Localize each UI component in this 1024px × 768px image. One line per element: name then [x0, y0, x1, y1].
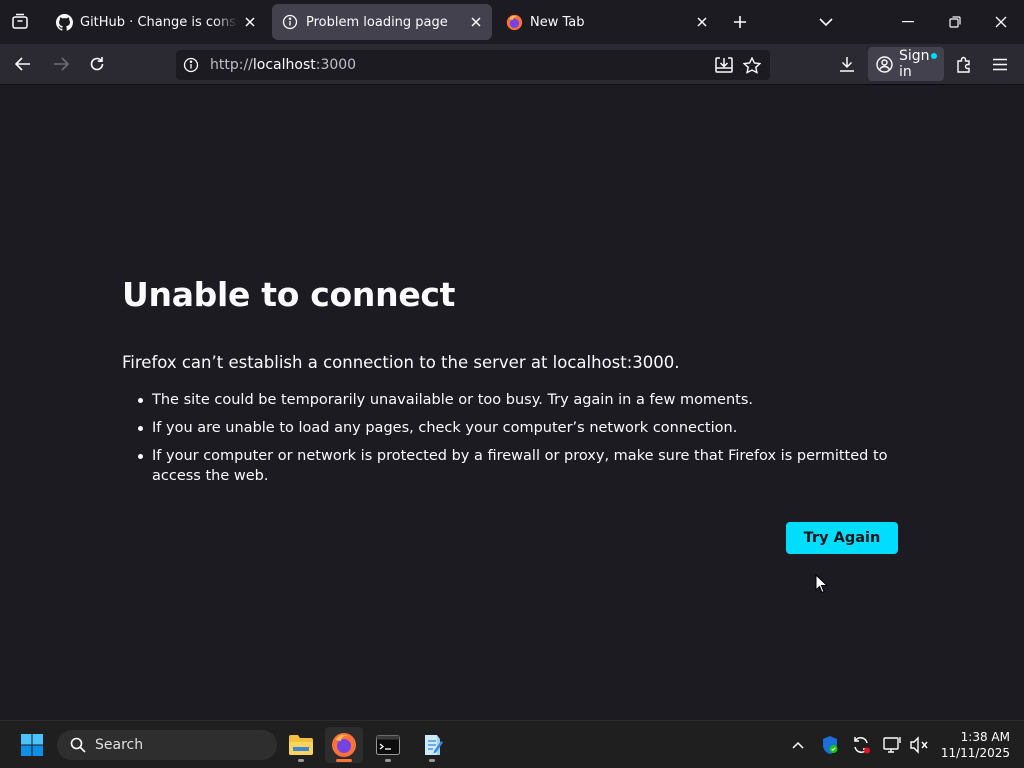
try-again-button[interactable]: Try Again: [786, 522, 898, 554]
show-hidden-icons-chevron-up-icon[interactable]: [786, 733, 810, 757]
clock-date: 11/11/2025: [940, 746, 1010, 760]
app-indicator: [336, 759, 352, 762]
error-title: Unable to connect: [122, 275, 456, 314]
display-monitor-icon[interactable]: [881, 733, 905, 757]
account-avatar-icon: [876, 55, 893, 73]
security-shield-icon[interactable]: [818, 733, 842, 757]
list-item: If you are unable to load any pages, che…: [138, 418, 902, 438]
sign-in-button[interactable]: Sign in: [868, 47, 944, 81]
app-menu-hamburger-icon[interactable]: [987, 52, 1013, 76]
url-scheme: http://: [210, 57, 253, 73]
windows-start-icon[interactable]: [13, 727, 51, 763]
sign-in-label: Sign in: [899, 48, 930, 80]
new-tab-plus-icon[interactable]: [728, 10, 752, 34]
app-indicator: [429, 759, 435, 762]
downloads-icon[interactable]: [834, 52, 860, 76]
taskbar-search-input[interactable]: Search: [57, 730, 277, 760]
app-indicator: [385, 759, 391, 762]
error-reasons-list: The site could be temporarily unavailabl…: [138, 390, 902, 494]
list-item: If your computer or network is protected…: [138, 446, 902, 486]
site-info-icon[interactable]: [182, 56, 200, 74]
close-tab-icon[interactable]: [690, 10, 714, 34]
url-host: localhost: [252, 57, 316, 73]
tab-overview-icon[interactable]: [6, 8, 34, 36]
search-placeholder: Search: [95, 737, 144, 753]
url-port: :3000: [315, 57, 357, 73]
tab-title: Problem loading page: [306, 14, 448, 30]
notepad-app-icon[interactable]: [413, 727, 451, 763]
reload-icon[interactable]: [84, 52, 110, 76]
restore-window-icon[interactable]: [943, 10, 967, 34]
app-indicator: [298, 759, 304, 762]
tab-new-tab[interactable]: New Tab: [498, 4, 718, 40]
extensions-puzzle-icon[interactable]: [951, 52, 977, 76]
firefox-taskbar-icon[interactable]: [325, 727, 363, 763]
error-description: Firefox can’t establish a connection to …: [122, 353, 680, 372]
tab-github[interactable]: GitHub · Change is constant. GitHub keep…: [44, 4, 266, 40]
volume-muted-icon[interactable]: [907, 733, 931, 757]
close-tab-icon[interactable]: [464, 10, 488, 34]
github-icon: [54, 12, 74, 32]
url-bar[interactable]: http://localhost:3000: [176, 50, 770, 80]
save-to-pocket-download-icon[interactable]: [714, 56, 734, 74]
page-content: Unable to connect Firefox can’t establis…: [0, 84, 1024, 720]
terminal-icon[interactable]: [369, 727, 407, 763]
bookmark-star-icon[interactable]: [742, 56, 762, 74]
clock-time: 1:38 AM: [960, 730, 1010, 744]
windows-taskbar: Search 1:38 AM 11/11/2025: [0, 720, 1024, 768]
list-all-tabs-chevron-down-icon[interactable]: [814, 10, 838, 34]
tab-title: New Tab: [530, 14, 585, 30]
search-icon: [69, 736, 87, 754]
file-explorer-icon[interactable]: [282, 727, 320, 763]
tab-title: GitHub · Change is constant. GitHub keep…: [80, 14, 238, 30]
tab-problem-loading[interactable]: Problem loading page: [272, 4, 492, 40]
notification-dot: [931, 53, 937, 59]
info-icon: [280, 12, 300, 32]
tab-bar: GitHub · Change is constant. GitHub keep…: [0, 0, 1024, 44]
mouse-cursor-icon: [815, 573, 829, 598]
url-text[interactable]: http://localhost:3000: [210, 57, 356, 73]
navigation-toolbar: http://localhost:3000 Sign in: [0, 44, 1024, 84]
forward-arrow-icon[interactable]: [48, 52, 74, 76]
close-tab-icon[interactable]: [238, 10, 262, 34]
firefox-icon: [504, 12, 524, 32]
taskbar-clock[interactable]: 1:38 AM 11/11/2025: [938, 729, 1010, 761]
close-window-icon[interactable]: [989, 10, 1013, 34]
list-item: The site could be temporarily unavailabl…: [138, 390, 902, 410]
sync-status-icon[interactable]: [849, 733, 873, 757]
minimize-window-icon[interactable]: [896, 10, 920, 34]
back-arrow-icon[interactable]: [10, 52, 36, 76]
